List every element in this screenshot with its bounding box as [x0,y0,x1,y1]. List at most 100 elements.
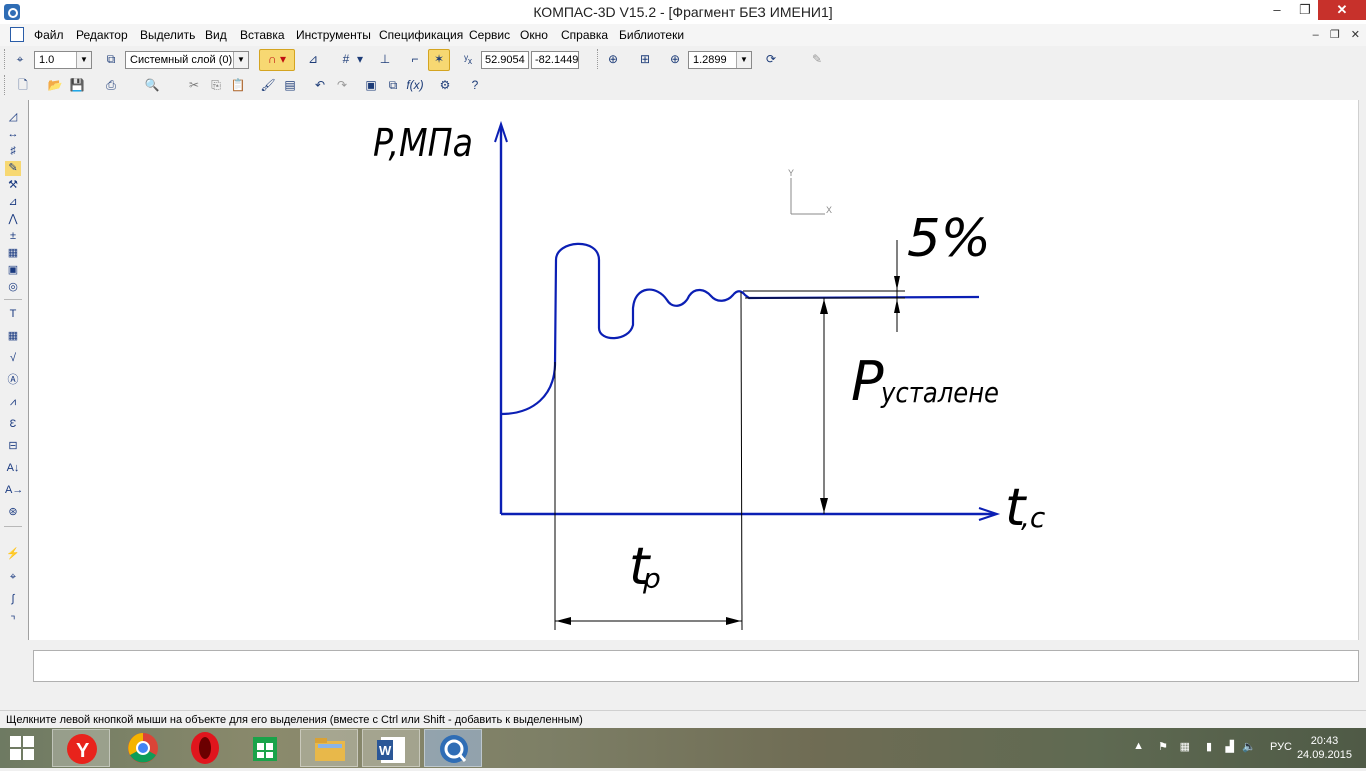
toolbar-grip[interactable] [4,75,8,95]
document-icon[interactable] [10,27,24,42]
step-combo[interactable]: 1.0 ▼ [34,51,92,69]
leader-icon[interactable]: ⩘ [5,395,21,410]
fragment-icon[interactable]: ◎ [5,280,21,295]
close-button[interactable]: ✕ [1318,0,1366,20]
chevron-down-icon[interactable]: ▾ [355,50,365,68]
chevron-down-icon[interactable]: ▼ [736,52,751,68]
taskbar-kompas[interactable] [424,729,482,767]
undo-icon[interactable]: ↶ [311,76,329,94]
menu-file[interactable]: Файл [34,28,64,42]
taskbar-file-explorer[interactable] [300,729,358,767]
open-folder-icon[interactable]: 📂 [46,76,64,94]
corner-icon[interactable]: ⌝ [5,614,21,629]
network-icon[interactable]: ▦ [1180,740,1190,753]
refresh-icon[interactable]: ⟳ [762,50,780,68]
position-leader-icon[interactable]: Ɛ [5,417,21,432]
menu-tools[interactable]: Инструменты [296,28,371,42]
action-center-flag-icon[interactable]: ⚑ [1158,740,1168,753]
vertical-scrollbar[interactable] [1358,100,1366,640]
help-icon[interactable]: ? [466,76,484,94]
magnet-snap-icon[interactable]: ∩ ▾ [259,49,295,71]
redo-icon[interactable]: ↷ [333,76,351,94]
mdi-minimize-button[interactable]: – [1313,29,1319,41]
ortho-icon[interactable]: ⊥ [376,50,394,68]
taskbar-word[interactable]: W [362,729,420,767]
copy-icon[interactable]: ⎘ [207,76,225,94]
center-mark-icon[interactable]: ⊛ [5,505,21,520]
preview-icon[interactable]: 🔍 [143,76,161,94]
layer-icon[interactable]: ⧉ [102,50,120,68]
roughness-icon[interactable]: √ [5,351,21,366]
command-input-area[interactable] [33,650,1359,682]
toolbar-grip[interactable] [597,49,601,69]
signal-icon[interactable]: ▟ [1226,740,1234,753]
library-manager-icon[interactable]: ⧉ [384,76,402,94]
dimensions-icon[interactable]: ↔ [5,127,21,142]
show-hidden-icons-icon[interactable]: ▲ [1133,740,1144,752]
local-cs-icon[interactable]: ⊿ [304,50,322,68]
inactive-tool-icon[interactable]: ✎ [808,50,826,68]
new-document-icon[interactable]: 🗋 [14,76,32,94]
mdi-restore-button[interactable]: ❐ [1330,29,1340,41]
select-icon[interactable]: ⋀ [5,212,21,227]
menu-editor[interactable]: Редактор [76,28,128,42]
menu-view[interactable]: Вид [205,28,227,42]
grid-icon[interactable]: # [337,50,355,68]
windows-start-icon[interactable] [10,736,36,760]
manager-icon[interactable]: ▣ [362,76,380,94]
base-icon[interactable]: Ⓐ [5,373,21,388]
round-icon[interactable]: ⌐ [406,50,424,68]
table-icon[interactable]: ▦ [5,329,21,344]
snap-toggle-icon[interactable]: ✶ [428,49,450,71]
menu-libraries[interactable]: Библиотеки [619,28,684,42]
edit-icon[interactable]: ✎ [5,161,21,176]
zoom-window-icon[interactable]: ⊕ [604,50,622,68]
wave-line-icon[interactable]: ∫ [5,592,21,607]
measure-icon[interactable]: ⊿ [5,195,21,210]
properties-icon[interactable]: ▤ [281,76,299,94]
layer-combo[interactable]: Системный слой (0) ▼ [125,51,249,69]
coord-y-field[interactable]: -82.1449 [531,51,579,69]
minimize-button[interactable]: – [1262,0,1292,20]
text-icon[interactable]: T [5,307,21,322]
spec-icon[interactable]: ± [5,229,21,244]
zoom-combo[interactable]: 1.2899 ▼ [688,51,752,69]
toolbar-grip[interactable] [4,49,8,69]
view-arrow-icon[interactable]: A↓ [5,461,21,476]
zoom-in-icon[interactable]: ⊕ [666,50,684,68]
maximize-button[interactable]: ❐ [1292,0,1318,20]
clock[interactable]: 20:43 24.09.2015 [1297,734,1352,762]
print-icon[interactable]: ⎙ [102,76,120,94]
language-indicator[interactable]: РУС [1270,741,1292,753]
drawing-canvas[interactable]: Y X P,МПа 5% P усталене t ,c t p [28,100,1359,640]
step-cursor-icon[interactable]: ⌖ [11,50,29,68]
menu-window[interactable]: Окно [520,28,548,42]
battery-icon[interactable]: ▮ [1206,740,1212,753]
symbols-icon[interactable]: ♯ [5,144,21,159]
volume-icon[interactable]: 🔈 [1242,740,1256,753]
geometry-icon[interactable]: ◿ [5,110,21,125]
insert-icon[interactable]: ▣ [5,263,21,278]
paste-icon[interactable]: 📋 [229,76,247,94]
menu-help[interactable]: Справка [561,28,608,42]
format-brush-icon[interactable]: 🖌 [259,76,277,94]
taskbar-opera[interactable] [176,729,234,767]
tolerance-icon[interactable]: ⊟ [5,439,21,454]
menu-specification[interactable]: Спецификация [379,28,463,42]
taskbar-chrome[interactable] [114,729,172,767]
save-icon[interactable]: 💾 [68,76,86,94]
reports-icon[interactable]: ▦ [5,246,21,261]
parametrization-icon[interactable]: ⚒ [5,178,21,193]
coord-x-field[interactable]: 52.9054 [481,51,529,69]
settings-icon[interactable]: ⚙ [436,76,454,94]
menu-select[interactable]: Выделить [140,28,195,42]
taskbar-yandex-browser[interactable]: Y [52,729,110,767]
menu-insert[interactable]: Вставка [240,28,285,42]
crosshair-icon[interactable]: ⌖ [5,570,21,585]
mdi-close-button[interactable]: ✕ [1351,29,1360,41]
chevron-down-icon[interactable]: ▼ [233,52,248,68]
menu-service[interactable]: Сервис [469,28,510,42]
cut-icon[interactable]: ✂ [185,76,203,94]
taskbar-store[interactable] [236,729,294,767]
variables-icon[interactable]: f(x) [406,76,424,94]
